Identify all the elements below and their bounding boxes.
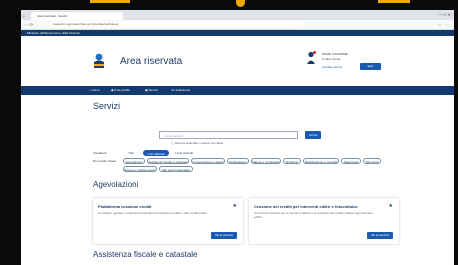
agevolazioni-title: Agevolazioni	[93, 180, 139, 189]
nav-item-label: Assistenza	[175, 88, 190, 92]
switch-user-link[interactable]: Cambia utenza	[322, 65, 342, 69]
site-header: Area riservata NOME COGNOME Codice fisca…	[21, 36, 454, 86]
go-to-service-button[interactable]: Vai al servizio	[367, 232, 393, 239]
search-button[interactable]: Cerca	[305, 131, 321, 139]
browser-tab[interactable]: Area riservata - Servizi	[31, 12, 123, 20]
chip-all[interactable]: Tutti	[121, 150, 141, 156]
card-description: Consulta e gestisci i crediti d'imposta …	[98, 211, 208, 215]
chip-keyword[interactable]: Registrazione e contratti	[303, 158, 339, 164]
nav-item-services[interactable]: ▦ Servizi	[145, 86, 158, 95]
accent-line-right	[378, 0, 410, 3]
nav-item-label: Home	[91, 88, 100, 92]
service-card: Cessione dei crediti per interventi edil…	[249, 198, 399, 244]
search-hint-text: Ricerca avanzata o elenco completo	[174, 141, 224, 145]
nav-item-label: Il tuo profilo	[114, 88, 130, 92]
logout-button[interactable]: Esci	[360, 63, 381, 70]
address-bar-row: ‹ › ⟳ ivaservizi.agenziaentrate.gov.it/p…	[21, 20, 454, 30]
agency-logo-icon	[94, 53, 104, 68]
page-title: Servizi	[93, 101, 121, 111]
favorite-star-icon[interactable]: ★	[389, 203, 393, 209]
chip-most-used[interactable]: I più utilizzati	[143, 150, 169, 156]
url-field[interactable]: ivaservizi.agenziaentrate.gov.it/portale…	[49, 21, 304, 27]
view-filter-label: Visualizza	[93, 151, 107, 155]
chip-keyword[interactable]: Altri servizi telematici	[159, 166, 193, 172]
user-name: NOME COGNOME	[322, 52, 348, 56]
browser-extension-icons[interactable]: ☆ ⋯	[438, 21, 450, 28]
nav-item-assistance[interactable]: ☏ Assistenza	[171, 86, 190, 95]
chip-keyword[interactable]: Assistenza fiscale e catastale	[147, 158, 189, 164]
keyword-filter-label: Per parole chiave	[93, 159, 117, 163]
chip-keyword[interactable]: Comunicazioni e istanze	[191, 158, 225, 164]
favorite-star-icon[interactable]: ★	[233, 203, 237, 209]
browser-nav-icons[interactable]: ‹ › ⟳	[25, 21, 33, 28]
window-dots-icon: ●	[23, 14, 25, 18]
search-input[interactable]: Cerca servizio	[159, 131, 298, 139]
nav-item-profile[interactable]: ◉ Il tuo profilo	[111, 86, 130, 95]
chip-favorites[interactable]: I miei preferiti	[171, 150, 197, 156]
chip-keyword[interactable]: Pagamenti	[341, 158, 361, 164]
service-card: Piattaforma cessione crediti ★ Consulta …	[93, 198, 243, 244]
card-description: Comunica l'opzione per lo sconto in fatt…	[254, 211, 373, 219]
card-title: Piattaforma cessione crediti	[98, 204, 152, 209]
browser-tab-bar: ● Area riservata - Servizi ─ ☐ ✕	[21, 10, 454, 20]
user-fiscal-code: Codice fiscale	[322, 57, 341, 61]
nav-item-label: Servizi	[148, 88, 158, 92]
nav-item-home[interactable]: ⌂ Home	[89, 86, 100, 95]
card-title: Cessione dei crediti per interventi edil…	[254, 204, 358, 209]
chip-keyword[interactable]: Strumenti	[363, 158, 381, 164]
main-navbar: ⌂ Home ◉ Il tuo profilo ▦ Servizi ☏ Assi…	[21, 86, 454, 95]
chip-keyword[interactable]: Fatture e corrispettivi	[251, 158, 281, 164]
site-title: Area riservata	[120, 56, 183, 67]
accent-line-left	[90, 0, 130, 3]
window-controls[interactable]: ─ ☐ ✕	[439, 12, 451, 17]
go-to-service-button[interactable]: Vai al servizio	[211, 232, 237, 239]
chip-keyword[interactable]: Ricerca e verifica servizi	[123, 166, 157, 172]
chip-keyword[interactable]: Agevolazioni	[123, 158, 145, 164]
chip-keyword[interactable]: Rimborsi	[283, 158, 301, 164]
chip-keyword[interactable]: Dichiarazioni	[227, 158, 249, 164]
search-hint: ⓘ Ricerca avanzata o elenco completo	[171, 141, 223, 145]
browser-window: ● Area riservata - Servizi ─ ☐ ✕ ‹ › ⟳ i…	[21, 10, 454, 265]
main-content: Servizi Cerca servizio Cerca ⓘ Ricerca a…	[21, 95, 454, 265]
notification-dot	[313, 51, 316, 54]
assistenza-title: Assistenza fiscale e catastale	[93, 250, 198, 259]
